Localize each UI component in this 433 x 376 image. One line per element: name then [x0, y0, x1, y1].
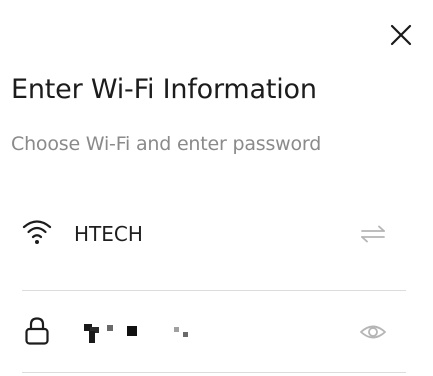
divider — [22, 372, 406, 373]
close-icon — [390, 24, 412, 46]
network-name: HTECH — [74, 222, 143, 246]
wifi-icon — [22, 220, 52, 244]
password-field[interactable] — [84, 321, 214, 345]
dialog-title: Enter Wi-Fi Information — [11, 74, 317, 105]
divider — [22, 290, 406, 291]
swap-icon[interactable] — [359, 224, 387, 244]
password-row[interactable] — [0, 300, 433, 362]
lock-icon — [25, 317, 49, 345]
close-button[interactable] — [386, 20, 416, 50]
wifi-network-row[interactable]: HTECH — [0, 200, 433, 272]
eye-icon[interactable] — [359, 320, 387, 344]
dialog-subtitle: Choose Wi-Fi and enter password — [11, 133, 322, 155]
